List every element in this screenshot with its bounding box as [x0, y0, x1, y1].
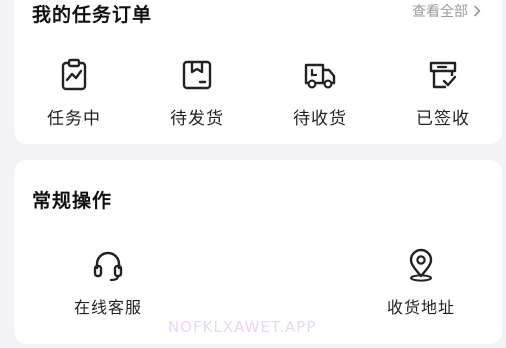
customer-service-button[interactable]: 在线客服 — [38, 246, 178, 318]
order-status-in-progress[interactable]: 任务中 — [14, 56, 134, 129]
order-status-label: 任务中 — [47, 109, 101, 129]
task-orders-card: 我的任务订单 查看全部 任务中 待发货 待收货 已签收 — [14, 0, 502, 144]
order-status-label: 已签收 — [416, 109, 470, 129]
package-box-icon — [182, 60, 212, 90]
order-status-label: 待发货 — [170, 109, 224, 129]
signed-receipt-icon — [429, 61, 457, 89]
task-orders-title: 我的任务订单 — [32, 4, 153, 26]
common-operations-card: 常规操作 在线客服 收货地址 — [14, 160, 502, 344]
shipping-address-label: 收货地址 — [386, 298, 455, 317]
common-operations-title: 常规操作 — [32, 190, 113, 212]
watermark: NOFKLXAWET.APP — [168, 318, 317, 336]
view-all-label: 查看全部 — [412, 4, 468, 20]
customer-service-label: 在线客服 — [73, 298, 142, 317]
view-all-link[interactable]: 查看全部 — [412, 1, 482, 21]
page: 我的任务订单 查看全部 任务中 待发货 待收货 已签收 常规操作 在线客服 收货… — [0, 0, 506, 348]
order-status-signed[interactable]: 已签收 — [383, 56, 503, 129]
order-status-label: 待收货 — [293, 109, 347, 129]
location-pin-icon — [409, 248, 433, 282]
delivery-truck-icon — [304, 63, 336, 89]
headset-icon — [93, 251, 123, 282]
chevron-right-icon — [474, 5, 481, 17]
task-clipboard-icon — [61, 58, 87, 91]
order-status-pending-receipt[interactable]: 待收货 — [260, 56, 380, 129]
order-status-pending-shipment[interactable]: 待发货 — [137, 56, 257, 129]
shipping-address-button[interactable]: 收货地址 — [351, 246, 491, 318]
